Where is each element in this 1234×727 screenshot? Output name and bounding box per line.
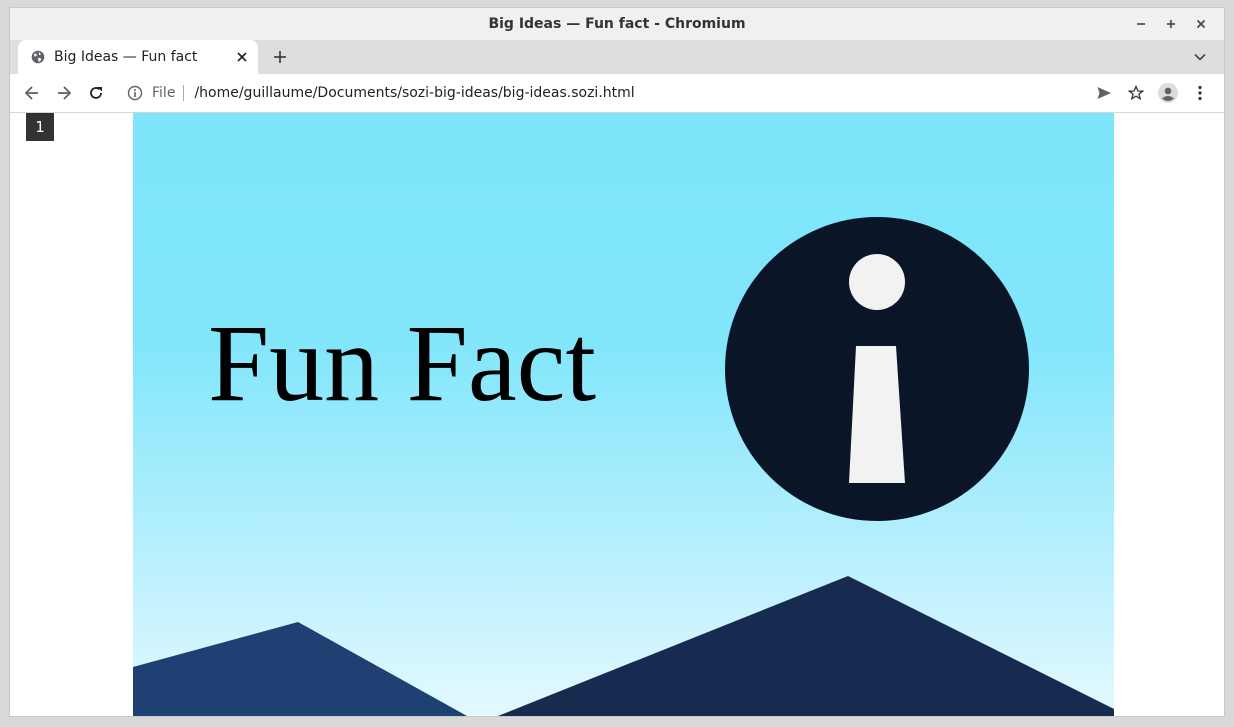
profile-button[interactable] bbox=[1152, 77, 1184, 109]
new-tab-button[interactable] bbox=[268, 45, 292, 69]
globe-icon bbox=[30, 49, 46, 65]
star-icon bbox=[1128, 85, 1144, 101]
minimize-button[interactable] bbox=[1126, 8, 1156, 40]
menu-button[interactable] bbox=[1184, 77, 1216, 109]
arrow-left-icon bbox=[24, 86, 38, 100]
tab-title: Big Ideas — Fun fact bbox=[54, 49, 198, 65]
window-title: Big Ideas — Fun fact - Chromium bbox=[488, 16, 746, 32]
close-icon bbox=[1196, 19, 1206, 29]
tab-strip: Big Ideas — Fun fact bbox=[10, 40, 1224, 74]
reload-button[interactable] bbox=[80, 77, 112, 109]
tab-search-button[interactable] bbox=[1188, 45, 1212, 69]
page-content: 1 Fun Fact bbox=[10, 113, 1224, 716]
close-icon bbox=[237, 52, 247, 62]
forward-button[interactable] bbox=[48, 77, 80, 109]
send-to-device-button[interactable] bbox=[1088, 77, 1120, 109]
toolbar: File /home/guillaume/Documents/sozi-big-… bbox=[10, 74, 1224, 113]
mountain-left bbox=[133, 622, 467, 716]
close-window-button[interactable] bbox=[1186, 8, 1216, 40]
chevron-down-icon bbox=[1194, 53, 1206, 61]
arrow-right-icon bbox=[58, 86, 72, 100]
avatar-icon bbox=[1158, 83, 1178, 103]
window-controls bbox=[1126, 8, 1216, 40]
mountain-right bbox=[498, 576, 1114, 716]
browser-window: Big Ideas — Fun fact - Chromium Big Idea… bbox=[10, 8, 1224, 716]
url-divider bbox=[183, 85, 185, 101]
title-bar: Big Ideas — Fun fact - Chromium bbox=[10, 8, 1224, 40]
plus-icon bbox=[274, 51, 286, 63]
back-button[interactable] bbox=[16, 77, 48, 109]
tab-close-button[interactable] bbox=[230, 45, 254, 69]
maximize-button[interactable] bbox=[1156, 8, 1186, 40]
toolbar-actions bbox=[1088, 77, 1216, 109]
slide-title: Fun Fact bbox=[208, 302, 597, 424]
presentation-slide[interactable]: Fun Fact bbox=[133, 113, 1114, 716]
address-bar[interactable]: /home/guillaume/Documents/sozi-big-ideas… bbox=[194, 85, 634, 101]
info-icon bbox=[127, 85, 143, 101]
info-icon bbox=[725, 217, 1029, 521]
slide-number-badge: 1 bbox=[26, 113, 54, 141]
maximize-icon bbox=[1167, 20, 1175, 28]
send-icon bbox=[1097, 87, 1111, 99]
site-info-button[interactable] bbox=[126, 84, 144, 102]
bookmark-button[interactable] bbox=[1120, 77, 1152, 109]
tab-big-ideas[interactable]: Big Ideas — Fun fact bbox=[18, 40, 258, 74]
minimize-icon bbox=[1137, 23, 1145, 25]
reload-icon bbox=[90, 87, 102, 99]
more-vertical-icon bbox=[1198, 85, 1202, 101]
url-scheme-label: File bbox=[152, 85, 176, 101]
